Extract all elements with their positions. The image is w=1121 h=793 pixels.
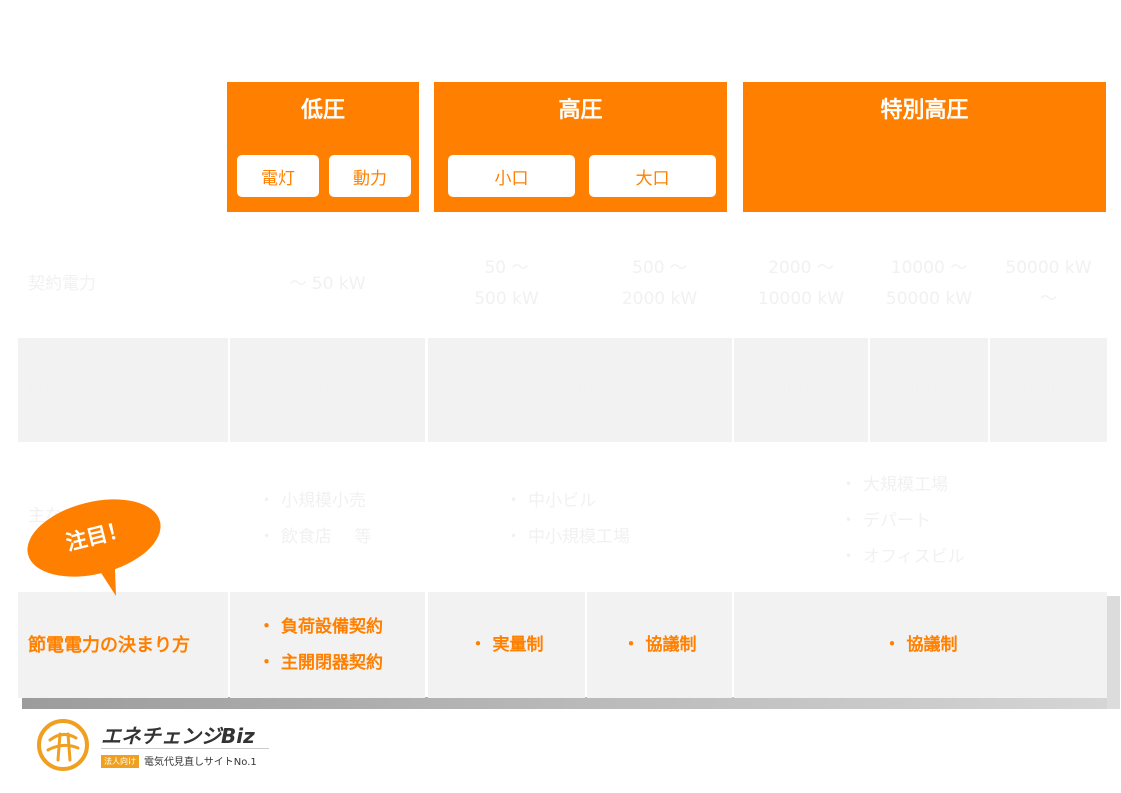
supply-low: ～ 200 V (230, 338, 425, 442)
logo-name: エネチェンジBiz (101, 724, 255, 748)
main-users-special: ・大規模工場 ・デパート ・オフィスビル (840, 466, 1060, 576)
logo-tagline: 電気代見直しサイトNo.1 (144, 757, 257, 768)
pill-lighting: 電灯 (237, 155, 319, 197)
contract-special-3: 50000 kW ～ (990, 232, 1107, 336)
contract-special-1a: 2000 ～ (768, 258, 834, 278)
contract-high-small-b: 500 kW (474, 289, 539, 309)
pill-power: 動力 (329, 155, 411, 197)
pill-large: 大口 (589, 155, 716, 197)
contract-special-2a: 10000 ～ (890, 258, 968, 278)
contract-high-large: 500 ～ 2000 kW (587, 232, 732, 336)
supply-special-3: 140000 V (990, 338, 1107, 442)
contract-special-1b: 10000 kW (757, 289, 845, 309)
contract-high-large-b: 2000 kW (621, 289, 698, 309)
row-shadow-right (1107, 596, 1120, 709)
decision-special: ・協議制 (734, 592, 1107, 698)
list-item: ・実量制 (469, 635, 544, 655)
list-item: ・協議制 (883, 635, 958, 655)
row-shadow (22, 697, 1120, 709)
list-item: ・飲食店 等 (258, 527, 372, 547)
supply-special-1: 20000 V (734, 338, 868, 442)
logo-mark-icon (37, 719, 89, 771)
decision-low-list: ・負荷設備契約 ・主開閉器契約 (258, 592, 423, 698)
list-item: ・中小ビル (505, 491, 596, 511)
header-special-title: 特別高圧 (880, 98, 969, 123)
logo-divider (101, 748, 269, 749)
contract-special-3b: ～ (1040, 289, 1057, 309)
main-users-low: ・小規模小売 ・飲食店 等 (258, 464, 423, 574)
decision-high-large: ・協議制 (587, 592, 732, 698)
supply-voltage-label: 供給電力 (18, 338, 228, 442)
list-item: ・小規模小売 (258, 491, 366, 511)
contract-power-label: 契約電力 (28, 273, 96, 294)
header-high-voltage: 高圧 小口 大口 (434, 82, 727, 212)
contract-special-2: 10000 ～ 50000 kW (870, 232, 988, 336)
contract-special-2b: 50000 kW (885, 289, 973, 309)
logo-badge: 法人向け (101, 755, 139, 768)
list-item: ・中小規模工場 (505, 527, 630, 547)
header-extra-high-voltage: 特別高圧 (743, 82, 1106, 212)
header-low-voltage: 低圧 電灯 動力 (227, 82, 419, 212)
header-low-title: 低圧 (300, 98, 345, 123)
list-item: ・大規模工場 (840, 475, 948, 495)
contract-low: ～ 50 kW (289, 273, 366, 294)
contract-high-small-a: 50 ～ (484, 258, 529, 278)
contract-special-1: 2000 ～ 10000 kW (734, 232, 868, 336)
pill-small: 小口 (448, 155, 575, 197)
list-item: ・協議制 (622, 635, 697, 655)
decision-high-small: ・実量制 (428, 592, 585, 698)
supply-special-2: 60000 V (870, 338, 988, 442)
contract-high-small: 50 ～ 500 kW (428, 232, 585, 336)
list-item: ・負荷設備契約 (258, 617, 383, 637)
list-item: ・オフィスビル (840, 547, 965, 567)
contract-high-large-a: 500 ～ (632, 258, 687, 278)
list-item: ・主開閉器契約 (258, 653, 383, 673)
supply-high: 6000 V (428, 338, 732, 442)
contract-special-3a: 50000 kW (1005, 258, 1092, 278)
decision-low-cell: ・負荷設備契約 ・主開閉器契約 (230, 592, 425, 698)
main-users-high: ・中小ビル ・中小規模工場 (505, 464, 725, 574)
list-item: ・デパート (840, 511, 931, 531)
header-high-title: 高圧 (558, 98, 603, 123)
